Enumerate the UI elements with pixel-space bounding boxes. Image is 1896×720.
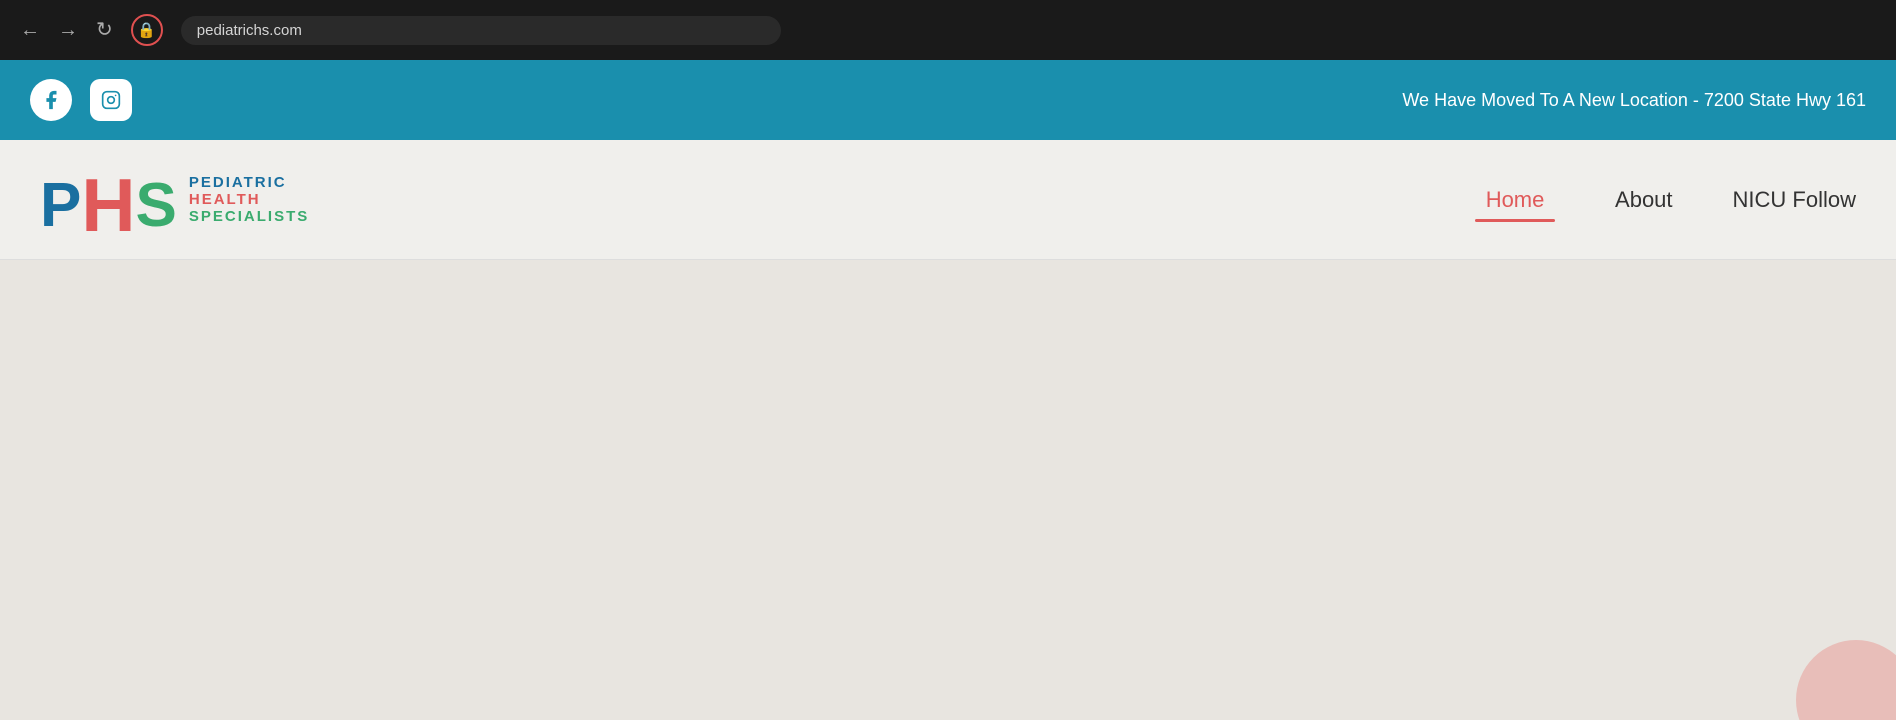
lock-icon: 🔒: [137, 21, 156, 39]
logo-initials: P H S: [40, 162, 177, 237]
url-text: pediatrichs.com: [197, 22, 302, 39]
logo-line-2: HEALTH: [189, 191, 309, 208]
top-banner: We Have Moved To A New Location - 7200 S…: [0, 60, 1896, 140]
security-indicator: 🔒: [131, 14, 163, 46]
nav-item-nicu-follow[interactable]: NICU Follow: [1733, 187, 1856, 219]
site-logo[interactable]: P H S PEDIATRIC HEALTH SPECIALISTS: [40, 162, 309, 237]
back-button[interactable]: ←: [20, 20, 40, 40]
logo-s: S: [136, 175, 177, 237]
logo-p: P: [40, 175, 81, 237]
main-content-area: [0, 260, 1896, 720]
social-icons-group: [30, 79, 132, 121]
nav-item-about[interactable]: About: [1615, 187, 1673, 219]
website-area: P H S PEDIATRIC HEALTH SPECIALISTS Home …: [0, 140, 1896, 720]
nav-label-nicu-follow: NICU Follow: [1733, 187, 1856, 219]
reload-button[interactable]: ↻: [96, 20, 113, 40]
nav-item-home[interactable]: Home: [1475, 187, 1555, 222]
nav-label-home: Home: [1486, 187, 1545, 219]
announcement-text: We Have Moved To A New Location - 7200 S…: [1402, 90, 1866, 111]
decorative-circle: [1796, 640, 1896, 720]
forward-button[interactable]: →: [58, 20, 78, 40]
logo-line-1: PEDIATRIC: [189, 174, 309, 191]
logo-line-3: SPECIALISTS: [189, 208, 309, 225]
instagram-button[interactable]: [90, 79, 132, 121]
logo-h: H: [81, 168, 135, 243]
address-bar[interactable]: pediatrichs.com: [181, 16, 781, 45]
nav-label-about: About: [1615, 187, 1673, 219]
facebook-button[interactable]: [30, 79, 72, 121]
nav-active-indicator: [1475, 219, 1555, 222]
main-navigation: Home About NICU Follow: [1475, 177, 1856, 222]
site-header: P H S PEDIATRIC HEALTH SPECIALISTS Home …: [0, 140, 1896, 260]
browser-chrome: ← → ↻ 🔒 pediatrichs.com: [0, 0, 1896, 60]
logo-text-block: PEDIATRIC HEALTH SPECIALISTS: [189, 174, 309, 225]
